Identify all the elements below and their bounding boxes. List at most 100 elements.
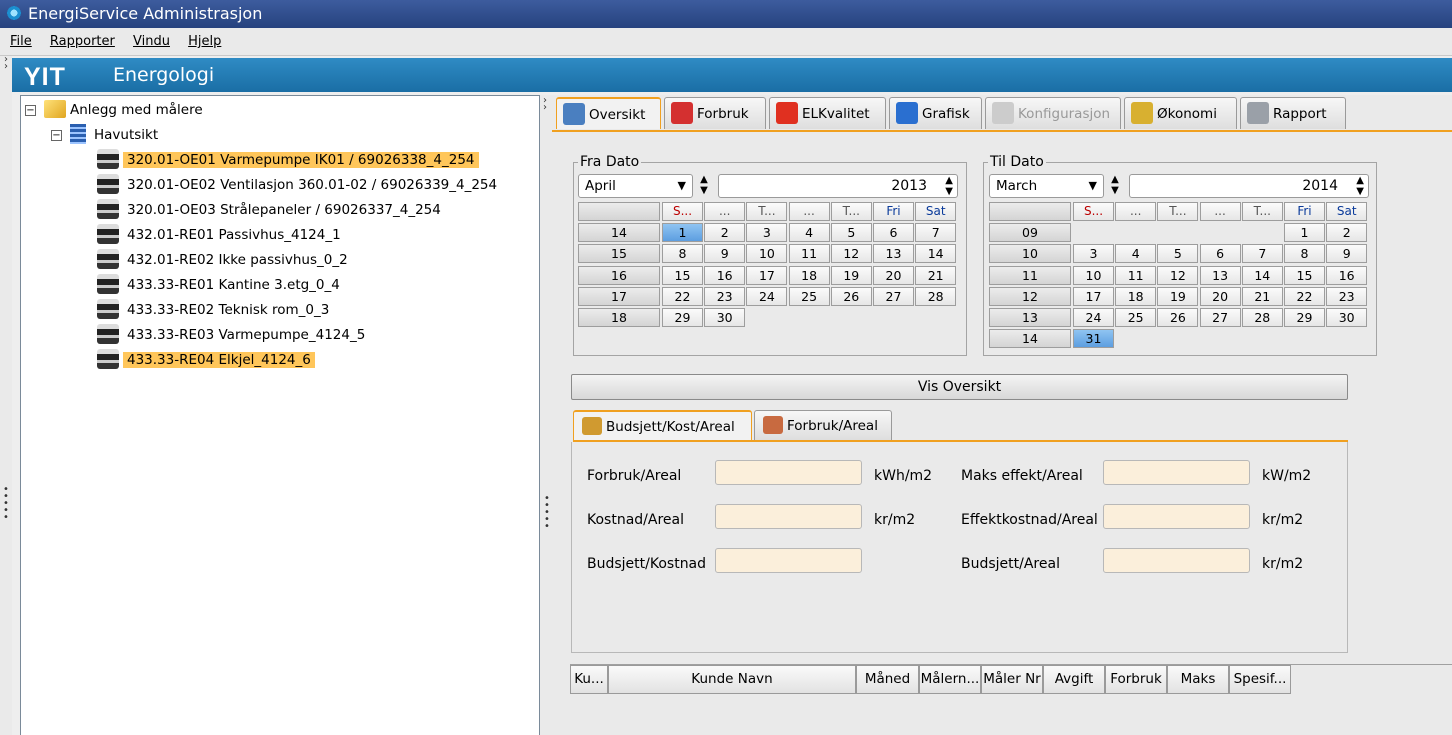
calendar-day[interactable]: 22 <box>662 286 703 306</box>
tree-item[interactable]: 433.33-RE01 Kantine 3.etg_0_4 <box>97 274 344 296</box>
calendar-day[interactable]: 24 <box>1073 308 1114 327</box>
calendar-day[interactable]: 7 <box>1241 244 1283 264</box>
menu-hjelp[interactable]: Hjelp <box>188 34 221 49</box>
calendar-day[interactable]: 9 <box>704 244 746 264</box>
column-header[interactable]: Måler Nr <box>981 665 1043 694</box>
tree-group[interactable]: − Havutsikt <box>51 124 158 146</box>
calendar-day[interactable]: 11 <box>1115 265 1157 285</box>
calendar-day[interactable]: 6 <box>873 223 914 243</box>
meter-tree[interactable]: − Anlegg med målere − Havutsikt 320.01-OE0… <box>20 95 540 735</box>
calendar-day[interactable]: 8 <box>662 244 703 264</box>
menu-rapporter[interactable]: Rapporter <box>50 34 115 49</box>
calendar-day[interactable]: 1 <box>1284 223 1325 243</box>
spinner-icon[interactable]: ▲ ▼ <box>1356 175 1364 197</box>
calendar-day[interactable]: 17 <box>1073 286 1114 306</box>
collapse-arrow-icon[interactable]: › › <box>543 96 547 113</box>
column-header[interactable]: Maks <box>1167 665 1229 694</box>
calendar-day[interactable]: 18 <box>1115 286 1157 306</box>
calendar-day[interactable]: 2 <box>704 223 746 243</box>
column-header[interactable]: Måned <box>856 665 919 694</box>
column-header[interactable]: Avgift <box>1043 665 1105 694</box>
calendar-day[interactable]: 13 <box>1199 265 1241 285</box>
tree-item[interactable]: 433.33-RE04 Elkjel_4124_6 <box>97 349 315 371</box>
fra-month-spinner[interactable]: ▲ ▼ <box>697 174 711 198</box>
calendar-day[interactable]: 21 <box>915 265 957 285</box>
tab-forbruk[interactable]: Forbruk <box>664 97 766 129</box>
column-header[interactable]: Forbruk <box>1105 665 1167 694</box>
collapse-icon[interactable]: − <box>25 105 36 116</box>
calendar-day[interactable]: 4 <box>1115 244 1157 264</box>
tree-item[interactable]: 320.01-OE01 Varmepumpe IK01 / 69026338_4… <box>97 149 479 171</box>
tab-konomi[interactable]: Økonomi <box>1124 97 1237 129</box>
calendar-day[interactable]: 3 <box>746 223 788 243</box>
tree-item[interactable]: 320.01-OE02 Ventilasjon 360.01-02 / 6902… <box>97 174 501 196</box>
calendar-day[interactable]: 16 <box>704 265 746 285</box>
menu-file[interactable]: File <box>10 34 32 49</box>
calendar-day[interactable]: 23 <box>1326 286 1368 306</box>
column-header[interactable]: Kunde Navn <box>608 665 856 694</box>
calendar-day[interactable]: 7 <box>915 223 957 243</box>
tree-item[interactable]: 432.01-RE02 Ikke passivhus_0_2 <box>97 249 352 271</box>
til-year-spinner[interactable]: 2014 ▲ ▼ <box>1129 174 1369 198</box>
calendar-day[interactable]: 3 <box>1073 244 1114 264</box>
tab-elkvalitet[interactable]: ELKvalitet <box>769 97 886 129</box>
calendar-day[interactable]: 19 <box>830 265 872 285</box>
menu-vindu[interactable]: Vindu <box>133 34 170 49</box>
calendar-day[interactable]: 16 <box>1326 265 1368 285</box>
calendar-day[interactable]: 10 <box>746 244 788 264</box>
column-header[interactable]: Ku... <box>570 665 608 694</box>
calendar-day[interactable]: 30 <box>704 308 746 327</box>
tree-item[interactable]: 433.33-RE03 Varmepumpe_4124_5 <box>97 324 369 346</box>
tab-grafisk[interactable]: Grafisk <box>889 97 982 129</box>
column-header[interactable]: Målern... <box>919 665 981 694</box>
tree-item[interactable]: 432.01-RE01 Passivhus_4124_1 <box>97 224 345 246</box>
kostnad-areal-field[interactable] <box>715 504 862 529</box>
budsjett-areal-field[interactable] <box>1103 548 1250 573</box>
calendar-day[interactable]: 18 <box>788 265 830 285</box>
calendar-day[interactable]: 17 <box>746 265 788 285</box>
calendar-day[interactable]: 4 <box>788 223 830 243</box>
calendar-day[interactable]: 20 <box>873 265 914 285</box>
vertical-splitter[interactable]: › › • • • • • <box>540 95 552 735</box>
fra-year-spinner[interactable]: 2013 ▲ ▼ <box>718 174 958 198</box>
calendar-day[interactable]: 8 <box>1284 244 1325 264</box>
calendar-day[interactable]: 22 <box>1284 286 1325 306</box>
calendar-day[interactable]: 15 <box>662 265 703 285</box>
spinner-icon[interactable]: ▲ ▼ <box>945 175 953 197</box>
vis-oversikt-button[interactable]: Vis Oversikt <box>571 374 1348 400</box>
calendar-day[interactable]: 21 <box>1241 286 1283 306</box>
maks-effekt-areal-field[interactable] <box>1103 460 1250 485</box>
calendar-day[interactable]: 29 <box>1284 308 1325 327</box>
calendar-day[interactable]: 27 <box>1199 308 1241 327</box>
calendar-day[interactable]: 11 <box>788 244 830 264</box>
calendar-day[interactable]: 30 <box>1326 308 1368 327</box>
calendar-day[interactable]: 13 <box>873 244 914 264</box>
tree-item[interactable]: 320.01-OE03 Strålepaneler / 69026337_4_2… <box>97 199 445 221</box>
calendar-day[interactable]: 15 <box>1284 265 1325 285</box>
tree-root[interactable]: − Anlegg med målere <box>25 99 203 121</box>
calendar-day[interactable]: 6 <box>1199 244 1241 264</box>
effektkostnad-areal-field[interactable] <box>1103 504 1250 529</box>
calendar-day[interactable]: 28 <box>1241 308 1283 327</box>
column-header[interactable]: Spesif... <box>1229 665 1291 694</box>
calendar-day[interactable]: 5 <box>830 223 872 243</box>
calendar-day[interactable]: 14 <box>1241 265 1283 285</box>
calendar-day[interactable]: 24 <box>746 286 788 306</box>
tab-konfigurasjon[interactable]: Konfigurasjon <box>985 97 1121 129</box>
calendar-day[interactable]: 12 <box>1157 265 1199 285</box>
calendar-day[interactable]: 12 <box>830 244 872 264</box>
subtab-budsjett-kost-areal[interactable]: Budsjett/Kost/Areal <box>573 410 752 440</box>
calendar-day[interactable]: 27 <box>873 286 914 306</box>
calendar-day[interactable]: 25 <box>788 286 830 306</box>
calendar-day[interactable]: 10 <box>1073 265 1114 285</box>
tab-rapport[interactable]: Rapport <box>1240 97 1346 129</box>
fra-month-select[interactable]: April ▼ <box>578 174 693 198</box>
splitter-grip-icon[interactable]: • • • • • <box>3 485 9 523</box>
calendar-day[interactable]: 1 <box>662 223 703 243</box>
calendar-day[interactable]: 23 <box>704 286 746 306</box>
tree-item[interactable]: 433.33-RE02 Teknisk rom_0_3 <box>97 299 333 321</box>
forbruk-areal-field[interactable] <box>715 460 862 485</box>
calendar-day[interactable]: 31 <box>1073 329 1114 349</box>
calendar-day[interactable]: 26 <box>830 286 872 306</box>
calendar-day[interactable]: 25 <box>1115 308 1157 327</box>
